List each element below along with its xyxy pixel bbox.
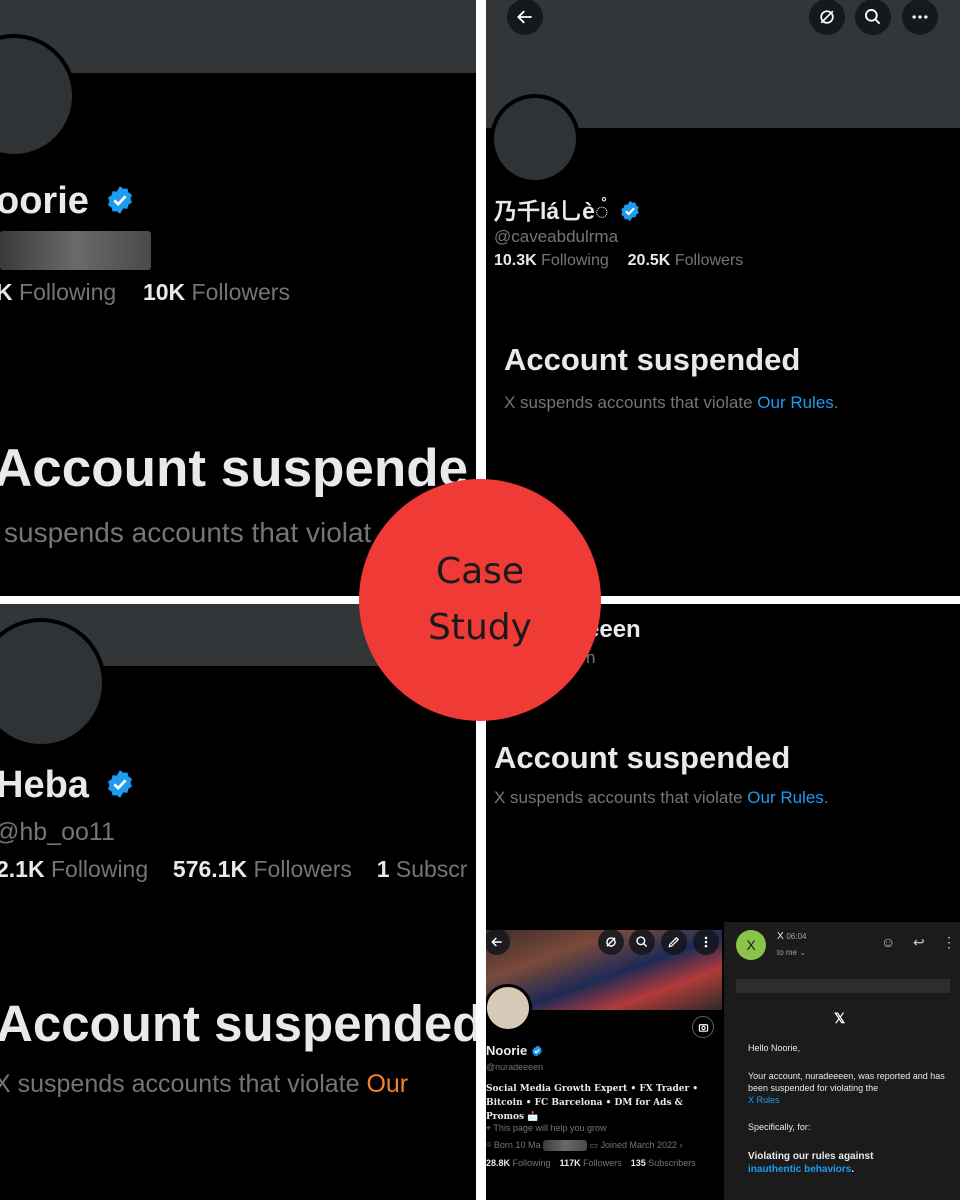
follow-stats: 2.1K Following 576.1K Followers 1 Subscr	[0, 856, 468, 882]
location-pin-icon: ⌖	[486, 1123, 492, 1133]
more-button[interactable]	[902, 0, 938, 35]
suspended-text: suspends accounts that violat	[4, 517, 372, 548]
sender-name: X	[777, 931, 784, 942]
profile-name: 乃千lá乚è◌̊	[494, 198, 609, 224]
more-dots-icon	[912, 15, 928, 19]
search-button[interactable]	[855, 0, 891, 35]
followers-label[interactable]: Followers	[192, 279, 290, 305]
search-icon	[636, 936, 648, 948]
email-greeting: Hello Noorie,	[748, 1043, 801, 1053]
emoji-react-icon[interactable]: ☺	[881, 934, 895, 950]
email-header-bar	[736, 979, 950, 993]
joined-date: Joined March 2022	[600, 1140, 678, 1150]
verified-badge-icon	[621, 200, 639, 222]
profile-bio: Social Media Growth Expert • FX Trader •…	[486, 1084, 699, 1122]
email-time: 06:04	[786, 932, 807, 941]
subscriptions-label[interactable]: Subscr	[396, 856, 468, 882]
x-logo-icon: 𝕏	[834, 1010, 846, 1026]
our-rules-link[interactable]: Our	[366, 1070, 408, 1098]
arrow-left-icon	[491, 937, 502, 947]
follow-stats: 10.3K Following 20.5K Followers	[494, 252, 744, 269]
profile-handle: @nuradeeeen	[486, 1062, 544, 1072]
verified-badge-icon	[108, 770, 133, 798]
profile-name: Heba	[0, 764, 89, 806]
calendar-icon: ▭	[589, 1140, 598, 1150]
redacted-birthdate	[542, 1140, 587, 1152]
suspended-title: Account suspended	[494, 740, 791, 775]
born-date: Born 10 Ma	[493, 1140, 541, 1150]
suspended-title: Account suspende	[0, 439, 469, 498]
profile-panel-nuradeeeen: eeen n Account suspended X suspends acco…	[486, 604, 960, 1200]
slash-circle-icon	[606, 937, 616, 947]
followers-label[interactable]: Followers	[253, 856, 351, 882]
followers-label[interactable]: Followers	[583, 1158, 622, 1168]
suspended-text: X suspends accounts that violate Our Rul…	[494, 788, 829, 807]
our-rules-link[interactable]: Our Rules	[747, 788, 824, 807]
following-label[interactable]: Following	[19, 279, 116, 305]
badge-line-1: Case	[435, 551, 525, 592]
subscribers-label[interactable]: Subscribers	[648, 1158, 696, 1168]
more-button[interactable]	[693, 929, 719, 955]
suspended-text: X suspends accounts that violate Our	[0, 1070, 409, 1098]
suspended-title: Account suspended	[504, 342, 801, 377]
slash-circle-icon	[820, 10, 834, 24]
redacted-handle	[0, 231, 151, 270]
inauthentic-behaviors-link[interactable]: inauthentic behaviors	[748, 1164, 851, 1175]
x-rules-link[interactable]: X Rules	[748, 1094, 948, 1106]
chevron-down-icon: ⌄	[799, 948, 806, 957]
follow-stats: 28.8K Following 117K Followers 135 Subsc…	[486, 1158, 696, 1168]
following-label[interactable]: Following	[541, 252, 609, 269]
profile-link-text: This page will help you grow	[493, 1123, 607, 1133]
grok-button[interactable]	[809, 0, 845, 35]
arrow-left-icon	[517, 10, 532, 24]
search-icon	[865, 9, 881, 25]
our-rules-link[interactable]: Our Rules	[757, 393, 834, 412]
email-body: Your account, nuradeeeen, was reported a…	[748, 1071, 945, 1093]
profile-handle: @hb_oo11	[0, 818, 115, 846]
back-button[interactable]	[507, 0, 543, 35]
followers-label[interactable]: Followers	[675, 252, 743, 269]
pencil-icon	[668, 937, 679, 948]
subscribe-button[interactable]	[692, 1016, 714, 1038]
verified-badge-icon	[108, 186, 133, 214]
email-specifically: Specifically, for:	[748, 1122, 811, 1132]
grok-button[interactable]	[598, 929, 624, 955]
profile-handle: @caveabdulrma	[494, 227, 619, 246]
case-study-badge: Case Study	[359, 479, 601, 721]
email-screenshot: X X 06:04 to me ⌄ ☺ ↩ ⋮ 𝕏 Hello Noorie, …	[724, 922, 960, 1200]
profile-banner	[0, 0, 476, 73]
profile-name: oorie	[0, 180, 89, 222]
search-button[interactable]	[629, 929, 655, 955]
mini-profile-screenshot: Noorie @nuradeeeen Social Media Growth E…	[486, 922, 722, 1200]
suspended-text: X suspends accounts that violate Our Rul…	[504, 393, 839, 412]
verified-badge-icon	[531, 1045, 542, 1057]
avatar[interactable]	[486, 984, 532, 1032]
more-vertical-icon	[704, 936, 708, 948]
following-label[interactable]: Following	[513, 1158, 551, 1168]
balloon-icon: ⌾	[486, 1140, 492, 1150]
avatar[interactable]	[490, 94, 580, 184]
sender-avatar: X	[736, 930, 766, 960]
profile-name: Noorie	[486, 1043, 528, 1058]
follow-stats: K Following 10K Followers	[0, 279, 290, 305]
reply-icon[interactable]: ↩	[913, 934, 925, 951]
recipient-label: to me	[777, 948, 798, 957]
chevron-right-icon: ›	[679, 1140, 683, 1150]
violation-text: Violating our rules against	[748, 1151, 874, 1162]
edit-button[interactable]	[661, 929, 687, 955]
badge-line-2: Study	[428, 607, 532, 648]
following-label[interactable]: Following	[51, 856, 148, 882]
camera-icon	[698, 1023, 708, 1032]
more-vertical-icon[interactable]: ⋮	[942, 934, 956, 951]
suspended-title: Account suspended	[0, 995, 476, 1052]
